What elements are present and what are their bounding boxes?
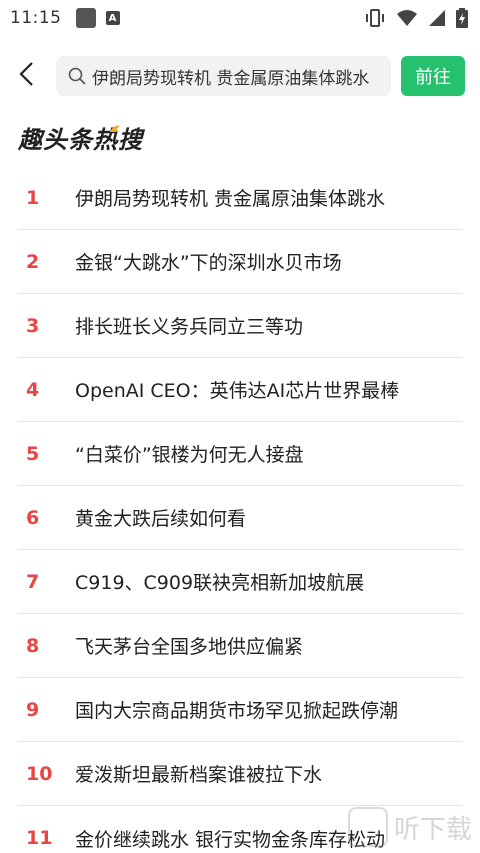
- rank-number: 5: [26, 442, 40, 465]
- go-button[interactable]: 前往: [401, 56, 465, 96]
- rank-number: 3: [26, 314, 40, 337]
- list-item-text: 黄金大跌后续如何看: [75, 508, 247, 530]
- list-item[interactable]: 10 爱泼斯坦最新档案谁被拉下水: [18, 742, 462, 806]
- rank-number: 7: [26, 570, 40, 593]
- rank-number: 10: [26, 762, 53, 785]
- status-right-icons: [364, 8, 468, 28]
- list-item[interactable]: 3 排长班长义务兵同立三等功: [18, 294, 462, 358]
- list-item-text: “白菜价”银楼为何无人接盘: [75, 444, 304, 466]
- watermark: 听下载: [347, 807, 472, 847]
- watermark-logo-icon: [347, 807, 388, 847]
- list-item[interactable]: 8 飞天茅台全国多地供应偏紧: [18, 614, 462, 678]
- rank-number: 8: [26, 634, 40, 657]
- list-item-text: 伊朗局势现转机 贵金属原油集体跳水: [75, 188, 386, 210]
- list-item-text: 爱泼斯坦最新档案谁被拉下水: [75, 764, 323, 786]
- list-item[interactable]: 4 OpenAI CEO：英伟达AI芯片世界最棒: [18, 358, 462, 422]
- list-item-text: 金银“大跳水”下的深圳水贝市场: [75, 252, 342, 274]
- signal-icon: [428, 9, 446, 27]
- list-item[interactable]: 6 黄金大跌后续如何看: [18, 486, 462, 550]
- rank-number: 2: [26, 250, 40, 273]
- status-time: 11:15: [10, 8, 62, 28]
- watermark-text: 听下载: [393, 814, 472, 845]
- search-input[interactable]: 伊朗局势现转机 贵金属原油集体跳水: [56, 56, 391, 96]
- square-icon: [75, 8, 96, 28]
- a-icon: A: [105, 11, 120, 25]
- back-button[interactable]: [12, 60, 40, 92]
- rank-number: 6: [26, 506, 40, 529]
- list-item-text: 排长班长义务兵同立三等功: [75, 316, 304, 338]
- flame-icon: [110, 125, 120, 132]
- list-item-text: 飞天茅台全国多地供应偏紧: [75, 636, 304, 658]
- list-item[interactable]: 5 “白菜价”银楼为何无人接盘: [18, 422, 462, 486]
- list-item-text: C919、C909联袂亮相新加坡航展: [75, 572, 365, 594]
- hot-list: 1 伊朗局势现转机 贵金属原油集体跳水 2 金银“大跳水”下的深圳水贝市场 3 …: [18, 166, 462, 853]
- wifi-icon: [396, 9, 418, 27]
- list-item[interactable]: 7 C919、C909联袂亮相新加坡航展: [18, 550, 462, 614]
- list-item[interactable]: 2 金银“大跳水”下的深圳水贝市场: [18, 230, 462, 294]
- vibrate-icon: [364, 8, 386, 28]
- battery-icon: [456, 8, 468, 28]
- status-left-icons: A: [75, 8, 120, 28]
- rank-number: 4: [26, 378, 40, 401]
- list-item-text: 金价继续跳水 银行实物金条库存松动: [75, 828, 386, 851]
- list-item[interactable]: 1 伊朗局势现转机 贵金属原油集体跳水: [18, 166, 462, 230]
- rank-number: 9: [26, 698, 40, 721]
- search-value: 伊朗局势现转机 贵金属原油集体跳水: [92, 68, 370, 89]
- section-title: 趣头条热搜: [18, 126, 143, 154]
- chevron-left-icon: [18, 61, 34, 91]
- top-bar: 伊朗局势现转机 贵金属原油集体跳水 前往: [0, 54, 480, 98]
- list-item-text: 国内大宗商品期货市场罕见掀起跌停潮: [75, 700, 399, 722]
- search-icon: [68, 67, 86, 85]
- rank-number: 1: [26, 186, 40, 209]
- status-bar: 11:15 A: [0, 0, 480, 36]
- list-item-text: OpenAI CEO：英伟达AI芯片世界最棒: [75, 380, 400, 402]
- list-item[interactable]: 9 国内大宗商品期货市场罕见掀起跌停潮: [18, 678, 462, 742]
- rank-number: 11: [26, 827, 53, 849]
